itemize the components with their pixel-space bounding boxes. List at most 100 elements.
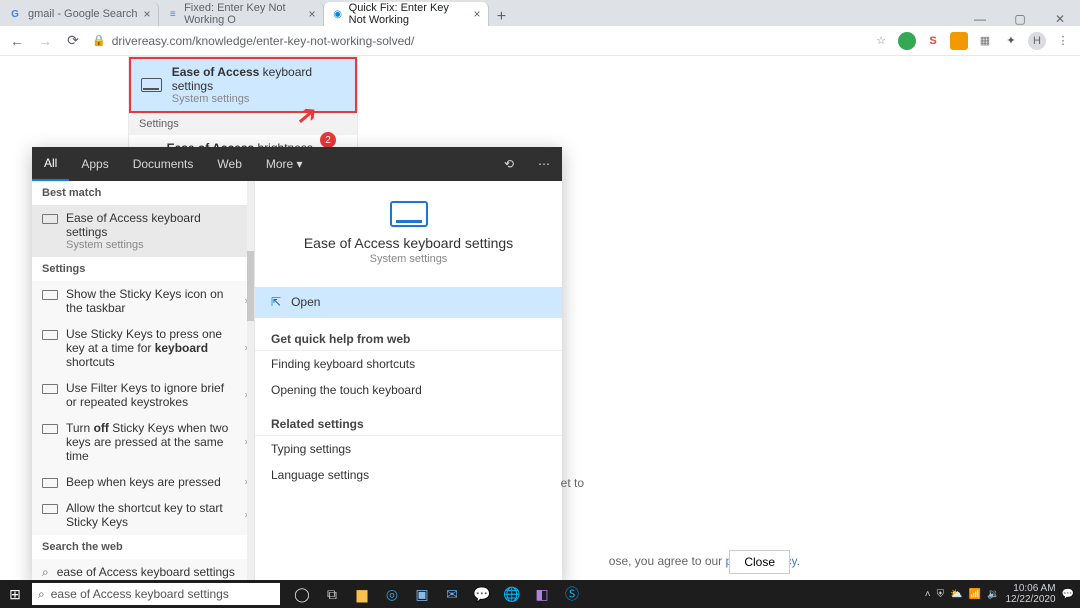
lock-icon: 🔒 [92, 34, 106, 47]
ext-icon-2[interactable]: S [924, 32, 942, 50]
store-icon[interactable]: ▣ [410, 583, 434, 605]
help-link[interactable]: Finding keyboard shortcuts [255, 351, 562, 377]
result-title: Ease of Access keyboard settings [66, 211, 201, 239]
settings-item[interactable]: Use Filter Keys to ignore brief or repea… [32, 375, 254, 415]
keyboard-icon [42, 478, 58, 488]
scroll-thumb[interactable] [247, 251, 254, 321]
skype-icon[interactable]: Ⓢ [560, 583, 584, 605]
best-match-item[interactable]: Ease of Access keyboard settings System … [32, 205, 254, 257]
ext-icon-1[interactable] [898, 32, 916, 50]
result-subtitle: System settings [66, 239, 236, 251]
highlighted-result: Ease of Access keyboard settings System … [129, 57, 357, 113]
settings-item[interactable]: Show the Sticky Keys icon on the taskbar… [32, 281, 254, 321]
related-link[interactable]: Language settings [255, 462, 562, 488]
task-view-icon[interactable]: ⧉ [320, 583, 344, 605]
cookie-close-button[interactable]: Close [729, 550, 790, 574]
clock[interactable]: 10:06 AM 12/22/2020 [1005, 583, 1055, 605]
search-text: ease of Access keyboard settings [51, 587, 229, 601]
browser-toolbar: ← → ⟳ 🔒 drivereasy.com/knowledge/enter-k… [0, 26, 1080, 56]
group-best-match: Best match [32, 181, 254, 205]
back-button[interactable]: ← [8, 33, 26, 49]
chrome-menu-icon[interactable]: ⋮ [1054, 32, 1072, 50]
settings-item[interactable]: Beep when keys are pressed › [32, 469, 254, 495]
wifi-icon[interactable]: 📶 [969, 589, 981, 600]
tab-google-search[interactable]: G gmail - Google Search × [0, 2, 159, 26]
annotation-badge: 2 [320, 132, 336, 148]
search-icon: ⌕ [38, 587, 45, 602]
related-link[interactable]: Typing settings [255, 436, 562, 462]
ext-icon-3[interactable] [950, 32, 968, 50]
tray-icon[interactable]: ⛅ [950, 589, 962, 600]
scrollbar[interactable] [247, 181, 254, 585]
settings-item[interactable]: Use Sticky Keys to press one key at a ti… [32, 321, 254, 375]
result-preview: Ease of Access keyboard settings System … [255, 181, 562, 585]
results-list: Best match Ease of Access keyboard setti… [32, 181, 255, 585]
preview-title: Ease of Access keyboard settings [255, 235, 562, 251]
start-button[interactable]: ⊞ [0, 586, 30, 603]
profile-icon[interactable]: H [1028, 32, 1046, 50]
tab-docs[interactable]: ≡ Fixed: Enter Key Not Working O × [159, 2, 324, 26]
tray-chevron-icon[interactable]: ˄ [925, 589, 931, 600]
keyboard-icon [42, 384, 58, 394]
settings-item[interactable]: Turn off Sticky Keys when two keys are p… [32, 415, 254, 469]
window-minimize[interactable]: — [960, 12, 1000, 26]
mail-icon[interactable]: ✉ [440, 583, 464, 605]
tab-label: gmail - Google Search [28, 8, 137, 20]
tray-icon[interactable]: ⛨ [937, 589, 945, 600]
search-icon: ⌕ [42, 565, 49, 580]
clock-date: 12/22/2020 [1005, 594, 1055, 605]
tab-web[interactable]: Web [205, 147, 253, 181]
tab-active[interactable]: ◉ Quick Fix: Enter Key Not Working × [324, 2, 489, 26]
notifications-icon[interactable]: 💬 [1062, 589, 1074, 600]
open-button[interactable]: ⇱ Open [255, 287, 562, 318]
keyboard-icon [42, 504, 58, 514]
help-link[interactable]: Opening the touch keyboard [255, 377, 562, 403]
search-scope-tabs: All Apps Documents Web More ▾ ⟲ ⋯ [32, 147, 562, 181]
forward-button[interactable]: → [36, 33, 54, 49]
clock-time: 10:06 AM [1005, 583, 1055, 594]
window-maximize[interactable]: ▢ [1000, 12, 1040, 26]
tab-all[interactable]: All [32, 147, 69, 181]
tab-apps[interactable]: Apps [69, 147, 120, 181]
keyboard-icon [390, 201, 428, 227]
group-settings: Settings [32, 257, 254, 281]
volume-icon[interactable]: 🔉 [987, 589, 999, 600]
edge-icon[interactable]: ◎ [380, 583, 404, 605]
ext-icon-4[interactable]: ▦ [976, 32, 994, 50]
tab-documents[interactable]: Documents [121, 147, 206, 181]
tab-label: Quick Fix: Enter Key Not Working [349, 2, 468, 26]
page-text-fragment: et to [561, 476, 584, 490]
keyboard-icon [42, 424, 58, 434]
chrome-icon[interactable]: 🌐 [500, 583, 524, 605]
section-related: Related settings [255, 407, 562, 436]
open-label: Open [291, 295, 320, 309]
keyboard-icon [42, 214, 58, 224]
keyboard-icon [141, 78, 162, 92]
close-icon[interactable]: × [308, 7, 315, 21]
favicon-docs: ≡ [167, 7, 178, 21]
address-bar[interactable]: 🔒 drivereasy.com/knowledge/enter-key-not… [92, 34, 862, 48]
app-icon[interactable]: ◧ [530, 583, 554, 605]
taskbar-search-box[interactable]: ⌕ ease of Access keyboard settings [32, 583, 280, 605]
extensions-icon[interactable]: ✦ [1002, 32, 1020, 50]
more-options-icon[interactable]: ⋯ [526, 147, 562, 181]
explorer-icon[interactable]: ▆ [350, 583, 374, 605]
new-tab-button[interactable]: + [489, 8, 513, 26]
feedback-icon[interactable]: ⟲ [492, 147, 526, 181]
chat-icon[interactable]: 💬 [470, 583, 494, 605]
reload-button[interactable]: ⟳ [64, 32, 82, 49]
group-search-web: Search the web [32, 535, 254, 559]
window-close[interactable]: ✕ [1040, 12, 1080, 26]
keyboard-icon [42, 290, 58, 300]
favicon-google: G [8, 7, 22, 21]
windows-search-panel: All Apps Documents Web More ▾ ⟲ ⋯ Best m… [32, 147, 562, 585]
star-icon[interactable]: ☆ [872, 32, 890, 50]
open-icon: ⇱ [271, 295, 281, 309]
cortana-icon[interactable]: ◯ [290, 583, 314, 605]
close-icon[interactable]: × [143, 7, 150, 21]
close-icon[interactable]: × [473, 7, 480, 21]
settings-item[interactable]: Allow the shortcut key to start Sticky K… [32, 495, 254, 535]
tab-label: Fixed: Enter Key Not Working O [184, 2, 302, 26]
system-tray: ˄ ⛨ ⛅ 📶 🔉 10:06 AM 12/22/2020 💬 [925, 583, 1080, 605]
tab-more[interactable]: More ▾ [254, 147, 315, 181]
